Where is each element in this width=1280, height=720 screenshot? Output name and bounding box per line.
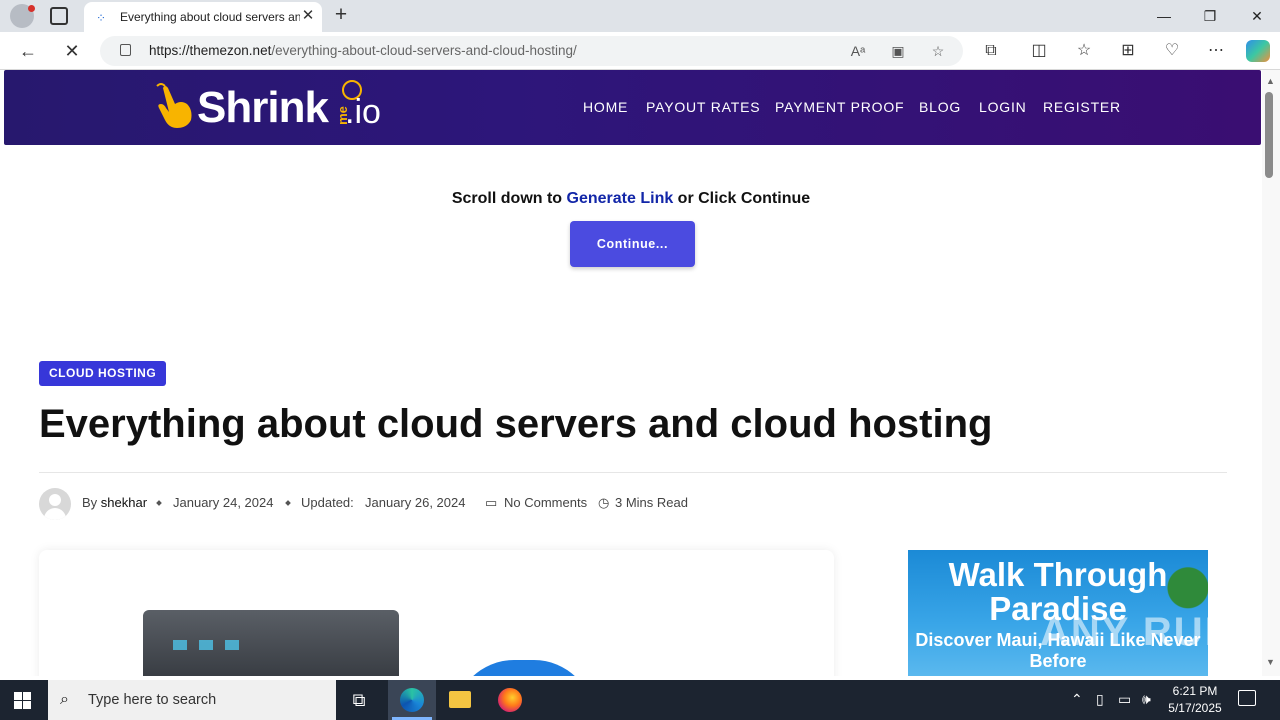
nav-register[interactable]: REGISTER <box>1043 99 1121 115</box>
extensions-icon[interactable]: ⧉ <box>980 40 1002 62</box>
browser-tab-bar: ⁘ Everything about cloud servers and clo… <box>0 0 1280 32</box>
author-byline: By shekhar <box>82 495 148 510</box>
author-name[interactable]: shekhar <box>101 495 147 510</box>
stop-loading-button[interactable]: ✕ <box>61 40 83 62</box>
firefox-icon[interactable] <box>498 688 522 712</box>
site-header: Shrink me .io HOME PAYOUT RATES PAYMENT … <box>4 70 1261 145</box>
close-window-button[interactable]: ✕ <box>1247 6 1267 26</box>
nav-home[interactable]: HOME <box>583 99 628 115</box>
logo-wordmark[interactable]: Shrink <box>197 82 329 134</box>
minimize-button[interactable]: — <box>1154 6 1174 26</box>
comments-link[interactable]: No Comments <box>504 495 587 510</box>
nav-payout-rates[interactable]: PAYOUT RATES <box>646 99 760 115</box>
split-screen-icon[interactable]: ◫ <box>1028 40 1050 62</box>
clock-icon: ◷ <box>598 495 610 510</box>
new-tab-button[interactable]: + <box>331 4 351 25</box>
featured-image <box>39 550 834 676</box>
favorites-icon[interactable]: ☆ <box>1073 40 1095 62</box>
scroll-notice: Scroll down to Generate Link or Click Co… <box>451 190 811 207</box>
lock-icon[interactable] <box>120 44 131 56</box>
meta-separator <box>156 500 162 506</box>
generate-link[interactable]: Generate Link <box>567 190 674 207</box>
task-view-icon[interactable]: ⧉ <box>347 688 371 712</box>
browser-essentials-icon[interactable]: ♡ <box>1161 40 1183 62</box>
url-text[interactable]: https://themezon.net/everything-about-cl… <box>149 43 577 58</box>
comments-icon: ▭ <box>485 495 498 510</box>
article-title: Everything about cloud servers and cloud… <box>39 402 993 446</box>
tray-chevron-icon[interactable]: ⌃ <box>1071 691 1083 708</box>
scroll-down-icon[interactable]: ▼ <box>1266 657 1275 667</box>
network-icon[interactable]: ▭ <box>1118 691 1131 708</box>
loading-spinner-icon: ⁘ <box>96 11 107 25</box>
server-illustration <box>143 610 399 676</box>
nav-login[interactable]: LOGIN <box>979 99 1027 115</box>
search-icon: ⌕ <box>60 691 69 708</box>
immersive-reader-icon[interactable]: ▣ <box>888 41 908 61</box>
nav-blog[interactable]: BLOG <box>919 99 961 115</box>
copilot-icon[interactable] <box>1246 40 1270 62</box>
watermark-text: ANY RUN <box>1040 610 1236 654</box>
tray-device-icon[interactable]: ▯ <box>1096 691 1104 708</box>
profile-notification-dot <box>28 5 35 12</box>
tab-title: Everything about cloud servers and cloud… <box>120 10 300 24</box>
read-time: 3 Mins Read <box>615 495 688 510</box>
edge-browser-icon[interactable] <box>400 688 424 712</box>
meta-separator <box>285 500 291 506</box>
updated-date: January 26, 2024 <box>365 495 466 510</box>
windows-start-icon[interactable] <box>14 692 31 709</box>
updated-label: Updated: <box>301 495 354 510</box>
notification-center-icon[interactable] <box>1238 690 1256 706</box>
clock-time: 6:21 PM <box>1172 684 1218 698</box>
title-divider <box>39 472 1227 473</box>
taskbar-clock[interactable]: 6:21 PM 5/17/2025 <box>1160 683 1230 717</box>
volume-icon[interactable]: 🕪 <box>1142 691 1151 708</box>
search-placeholder: Type here to search <box>88 692 217 708</box>
favorite-star-icon[interactable]: ☆ <box>928 41 948 61</box>
author-avatar[interactable] <box>39 488 71 520</box>
address-bar[interactable]: https://themezon.net/everything-about-cl… <box>100 36 963 66</box>
scroll-thumb[interactable] <box>1265 92 1273 178</box>
read-aloud-icon[interactable]: Aᵃ <box>848 41 868 61</box>
logo-io-text: .io <box>345 93 381 131</box>
nav-payment-proof[interactable]: PAYMENT PROOF <box>775 99 904 115</box>
restore-button[interactable]: ❐ <box>1200 6 1220 26</box>
browser-toolbar: ← ✕ https://themezon.net/everything-abou… <box>0 32 1280 70</box>
taskbar-search-box[interactable]: ⌕ Type here to search <box>48 680 336 720</box>
back-button[interactable]: ← <box>17 40 39 62</box>
more-menu-icon[interactable]: ⋯ <box>1205 40 1227 62</box>
page-viewport: Shrink me .io HOME PAYOUT RATES PAYMENT … <box>0 70 1262 676</box>
file-explorer-icon[interactable] <box>449 691 471 708</box>
tab-active[interactable]: ⁘ Everything about cloud servers and clo… <box>84 2 322 32</box>
continue-button[interactable]: Continue... <box>570 221 695 267</box>
clock-date: 5/17/2025 <box>1168 701 1222 715</box>
publish-date: January 24, 2024 <box>173 495 274 510</box>
category-badge[interactable]: CLOUD HOSTING <box>39 361 167 386</box>
tab-close-icon[interactable]: ✕ <box>300 8 316 24</box>
collections-icon[interactable]: ⊞ <box>1117 40 1139 62</box>
page-scrollbar[interactable]: ▲ ▼ <box>1262 70 1280 676</box>
windows-taskbar: ⌕ Type here to search ⧉ ⌃ ▯ ▭ 🕪 6:21 PM … <box>0 680 1280 720</box>
cloud-illustration <box>454 660 594 676</box>
scroll-up-icon[interactable]: ▲ <box>1266 76 1275 86</box>
tab-actions-icon[interactable] <box>50 7 68 25</box>
logo-hand-icon <box>156 83 192 128</box>
